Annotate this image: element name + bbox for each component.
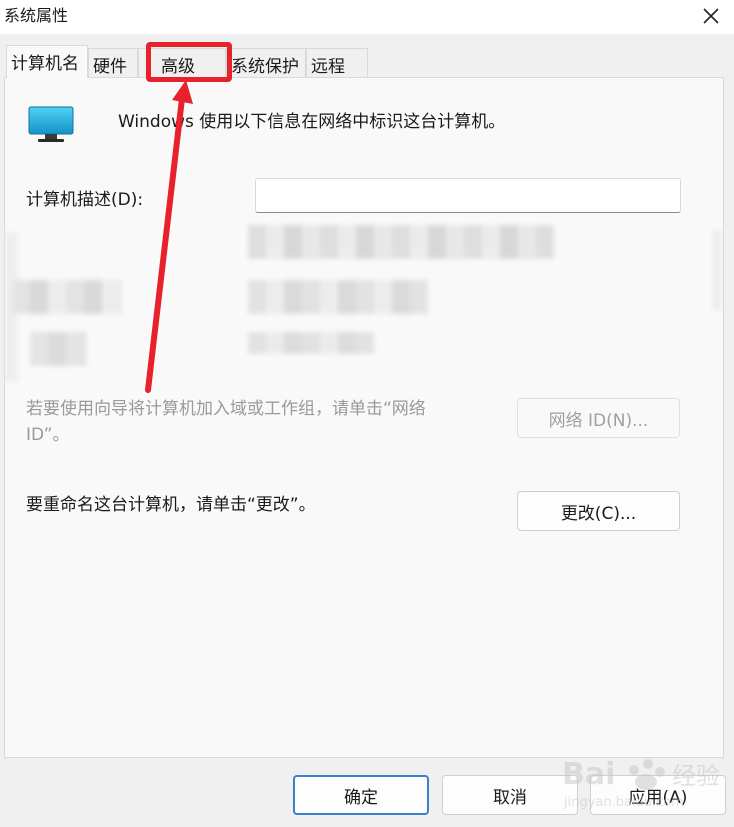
obscured-label bbox=[30, 332, 86, 366]
title-bar: 系统属性 bbox=[0, 0, 734, 34]
tab-hardware[interactable]: 硬件 bbox=[88, 48, 138, 78]
obscured-value bbox=[248, 280, 428, 314]
tab-label: 计算机名 bbox=[11, 54, 79, 74]
svg-text:经验: 经验 bbox=[672, 762, 720, 790]
network-id-hint: 若要使用向导将计算机加入域或工作组，请单击“网络 ID”。 bbox=[26, 399, 426, 445]
svg-text:jingyan.baidu.com: jingyan.baidu.com bbox=[563, 795, 684, 810]
close-button[interactable] bbox=[688, 0, 734, 32]
network-id-button[interactable]: 网络 ID(N)... bbox=[517, 398, 680, 438]
obscured-edge bbox=[4, 232, 18, 382]
tab-label: 硬件 bbox=[93, 57, 127, 77]
rename-hint: 要重命名这台计算机，请单击“更改”。 bbox=[26, 495, 316, 515]
description-input[interactable] bbox=[255, 178, 681, 213]
tab-system-protection[interactable]: 系统保护 bbox=[226, 48, 306, 78]
ok-button[interactable]: 确定 bbox=[293, 775, 429, 815]
window-title: 系统属性 bbox=[4, 6, 69, 25]
tab-label: 系统保护 bbox=[231, 57, 299, 77]
tab-label: 远程 bbox=[311, 57, 345, 77]
close-icon bbox=[703, 8, 719, 24]
svg-text:Bai: Bai bbox=[562, 757, 615, 792]
tab-remote[interactable]: 远程 bbox=[306, 48, 368, 78]
tab-highlight-annotation bbox=[146, 42, 232, 82]
change-button[interactable]: 更改(C)... bbox=[517, 491, 680, 531]
obscured-full-name bbox=[248, 225, 554, 259]
tab-computer-name[interactable]: 计算机名 bbox=[6, 45, 88, 78]
cancel-button[interactable]: 取消 bbox=[442, 775, 578, 815]
obscured-value bbox=[248, 332, 374, 354]
obscured-edge bbox=[712, 230, 722, 310]
monitor-icon bbox=[28, 106, 74, 142]
baidu-watermark: Bai 经验 jingyan.baidu.com bbox=[562, 757, 720, 810]
intro-text: Windows 使用以下信息在网络中标识这台计算机。 bbox=[118, 112, 506, 132]
description-label: 计算机描述(D): bbox=[26, 190, 144, 210]
obscured-label bbox=[12, 280, 122, 314]
